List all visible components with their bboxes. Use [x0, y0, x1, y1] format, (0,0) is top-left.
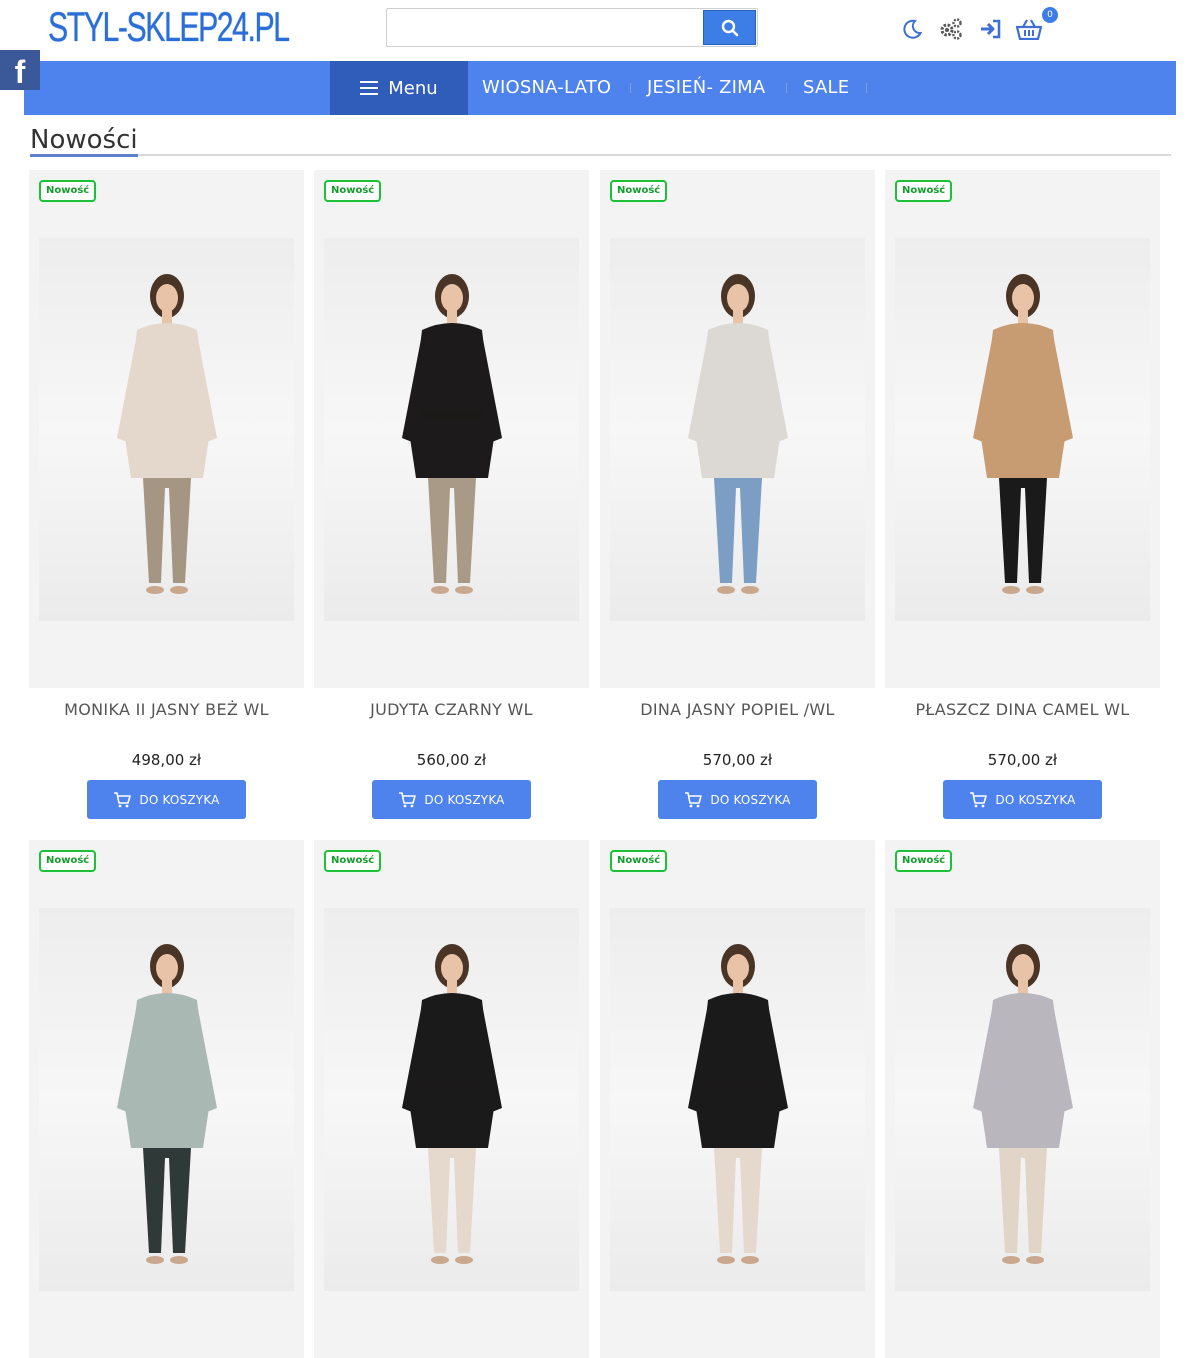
add-to-cart-label: DO KOSZYKA [424, 792, 505, 807]
search-icon [721, 19, 738, 36]
product-price: 560,00 zł [416, 751, 487, 769]
product-photo[interactable] [39, 238, 294, 621]
new-badge: Nowość [39, 180, 97, 202]
main-nav: Menu WIOSNA-LATO JESIEŃ- ZIMA SALE [24, 61, 1176, 115]
product-image-area[interactable]: Nowość [885, 840, 1160, 1358]
cart-icon [399, 791, 417, 807]
add-to-cart-label: DO KOSZYKA [710, 792, 791, 807]
new-badge: Nowość [324, 850, 382, 872]
product-price: 570,00 zł [987, 751, 1058, 769]
product-price: 570,00 zł [702, 751, 773, 769]
add-to-cart-label: DO KOSZYKA [139, 792, 220, 807]
add-to-cart-label: DO KOSZYKA [995, 792, 1076, 807]
cart-icon [970, 791, 988, 807]
settings-gears-icon [940, 18, 962, 40]
product-image-area[interactable]: Nowość [600, 170, 875, 688]
search-input[interactable] [387, 9, 703, 46]
product-name[interactable]: DINA JASNY POPIEL /WL [600, 700, 875, 719]
product-photo[interactable] [895, 908, 1150, 1291]
menu-label: Menu [388, 77, 438, 99]
nav-separator [786, 83, 787, 93]
facebook-icon: f [14, 54, 26, 90]
product-name[interactable]: JUDYTA CZARNY WL [314, 700, 589, 719]
add-to-cart-button[interactable]: DO KOSZYKA [658, 780, 817, 819]
section-divider [30, 154, 1171, 156]
nav-link-wiosna-lato[interactable]: WIOSNA-LATO [482, 61, 611, 115]
dark-mode-toggle[interactable] [899, 16, 925, 42]
section-title: Nowości [30, 125, 138, 155]
product-image-area[interactable]: Nowość [29, 840, 304, 1358]
product-photo[interactable] [324, 908, 579, 1291]
basket-icon [1016, 19, 1042, 40]
new-badge: Nowość [39, 850, 97, 872]
menu-button[interactable]: Menu [330, 61, 468, 115]
new-badge: Nowość [895, 850, 953, 872]
login-icon [981, 19, 1001, 39]
product-photo[interactable] [324, 238, 579, 621]
new-badge: Nowość [324, 180, 382, 202]
product-image-area[interactable]: Nowość [314, 840, 589, 1358]
nav-separator [866, 83, 867, 93]
cart-icon [114, 791, 132, 807]
product-name[interactable]: MONIKA II JASNY BEŻ WL [29, 700, 304, 719]
add-to-cart-button[interactable]: DO KOSZYKA [943, 780, 1102, 819]
product-photo[interactable] [610, 908, 865, 1291]
new-badge: Nowość [610, 180, 668, 202]
cart-button[interactable] [1016, 16, 1042, 42]
hamburger-icon [360, 81, 379, 95]
site-logo[interactable]: STYL-SKLEP24.PL [48, 2, 290, 52]
product-image-area[interactable]: Nowość [29, 170, 304, 688]
cart-count-badge: 0 [1042, 7, 1058, 23]
new-badge: Nowość [610, 850, 668, 872]
site-header: STYL-SKLEP24.PL 0 [0, 0, 1200, 60]
login-button[interactable] [978, 16, 1004, 42]
product-photo[interactable] [610, 238, 865, 621]
moon-icon [903, 19, 923, 39]
settings-button[interactable] [938, 16, 964, 42]
product-photo[interactable] [895, 238, 1150, 621]
add-to-cart-button[interactable]: DO KOSZYKA [87, 780, 246, 819]
search-bar [386, 8, 758, 47]
nav-link-sale[interactable]: SALE [803, 61, 849, 115]
add-to-cart-button[interactable]: DO KOSZYKA [372, 780, 531, 819]
facebook-link[interactable]: f [0, 50, 40, 90]
nav-link-jesien-zima[interactable]: JESIEŃ- ZIMA [647, 61, 765, 115]
section-divider-accent [30, 154, 138, 157]
new-badge: Nowość [895, 180, 953, 202]
product-price: 498,00 zł [131, 751, 202, 769]
product-image-area[interactable]: Nowość [600, 840, 875, 1358]
product-image-area[interactable]: Nowość [314, 170, 589, 688]
nav-separator [630, 83, 631, 93]
cart-icon [685, 791, 703, 807]
product-image-area[interactable]: Nowość [885, 170, 1160, 688]
product-photo[interactable] [39, 908, 294, 1291]
product-name[interactable]: PŁASZCZ DINA CAMEL WL [885, 700, 1160, 719]
search-button[interactable] [703, 10, 756, 45]
